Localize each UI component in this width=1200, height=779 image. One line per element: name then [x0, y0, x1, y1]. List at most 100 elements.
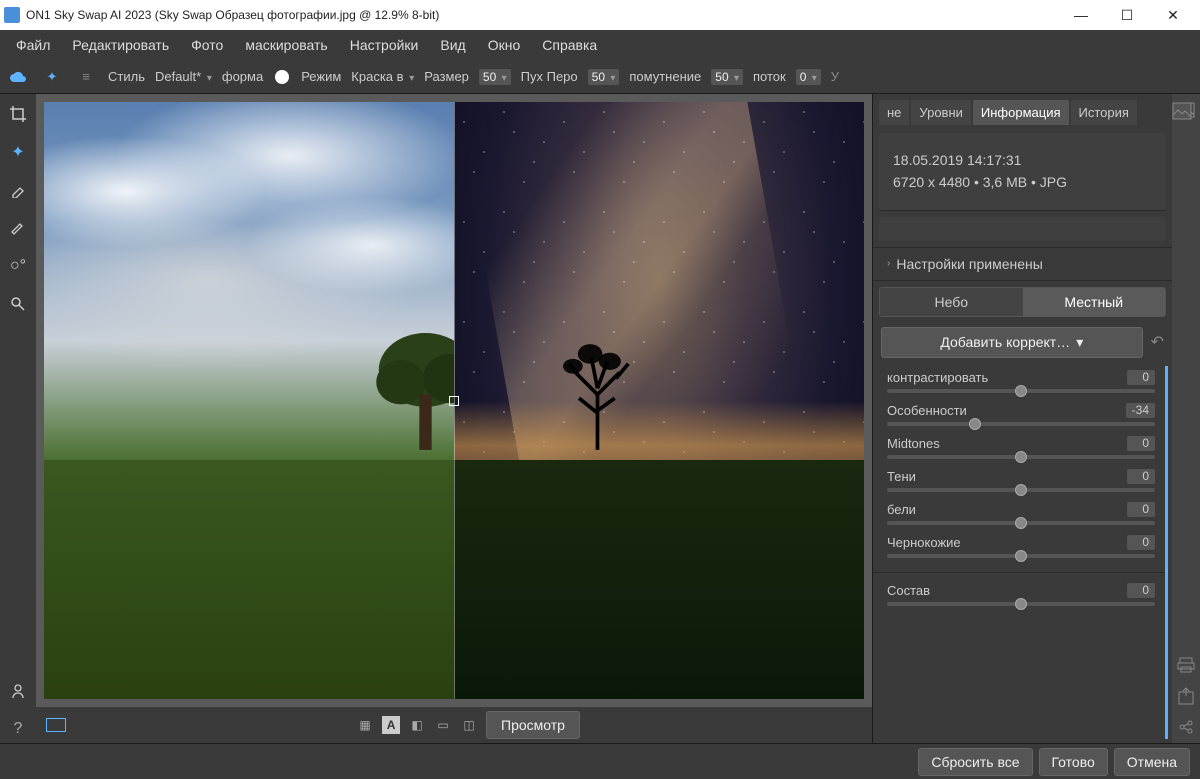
slider-thumb[interactable] [1015, 550, 1027, 562]
sliders-panel: контрастировать 0 Особенности -34 Midtones 0 Т… [873, 366, 1168, 739]
slider-label: Midtones [887, 436, 940, 451]
mode-dropdown[interactable]: Краска в ▾ [351, 69, 414, 84]
before-image [44, 102, 454, 699]
tab-nav[interactable]: не [879, 100, 909, 125]
export-icon[interactable] [1178, 687, 1194, 705]
slider-Чернокожие: Чернокожие 0 [887, 535, 1155, 558]
close-button[interactable]: ✕ [1150, 0, 1196, 30]
slider-value[interactable]: 0 [1127, 469, 1155, 484]
canvas[interactable] [44, 102, 864, 699]
slider-thumb[interactable] [1015, 451, 1027, 463]
menu-mask[interactable]: маскировать [235, 33, 337, 57]
tab-info[interactable]: Информация [973, 100, 1069, 125]
opacity-input[interactable]: 50 ▾ [711, 69, 743, 85]
slider-value[interactable]: 0 [1127, 436, 1155, 451]
slider-value[interactable]: 0 [1127, 535, 1155, 550]
feather-input[interactable]: 50 ▾ [588, 69, 620, 85]
panel-toggle-icon[interactable] [1172, 102, 1192, 120]
maximize-button[interactable]: ☐ [1104, 0, 1150, 30]
slider-label: Состав [887, 583, 930, 598]
menu-file[interactable]: Файл [6, 33, 60, 57]
menu-window[interactable]: Окно [478, 33, 531, 57]
slider-thumb[interactable] [1015, 385, 1027, 397]
slider-track[interactable] [887, 488, 1155, 492]
menu-edit[interactable]: Редактировать [62, 33, 179, 57]
shape-label: форма [222, 69, 263, 84]
chevron-down-icon: ▾ [1076, 334, 1083, 351]
menu-settings[interactable]: Настройки [340, 33, 429, 57]
size-input[interactable]: 50 ▾ [479, 69, 511, 85]
slider-value[interactable]: -34 [1126, 403, 1155, 418]
panel-tabs: не Уровни Информация История [873, 94, 1172, 125]
undo-icon[interactable]: ↶ [1151, 332, 1164, 352]
slider-thumb[interactable] [1015, 598, 1027, 610]
slider-label: Тени [887, 469, 916, 484]
compare-b-icon[interactable]: ◧ [408, 716, 426, 734]
slider-label: Чернокожие [887, 535, 961, 550]
slider-thumb[interactable] [1015, 484, 1027, 496]
tool-refine[interactable] [4, 176, 32, 204]
cancel-button[interactable]: Отмена [1114, 748, 1190, 776]
flow-label: поток [753, 69, 786, 84]
slider-track[interactable] [887, 554, 1155, 558]
compare-a-icon[interactable]: A [382, 716, 400, 734]
slider-thumb[interactable] [1015, 517, 1027, 529]
menu-help[interactable]: Справка [532, 33, 607, 57]
tab-history[interactable]: История [1071, 100, 1137, 125]
window-title: ON1 Sky Swap AI 2023 (Sky Swap Образец ф… [26, 8, 1058, 22]
tool-help[interactable]: ? [4, 715, 32, 743]
print-icon[interactable] [1177, 657, 1195, 673]
slider-value[interactable]: 0 [1127, 502, 1155, 517]
share-icon[interactable] [1178, 719, 1194, 735]
align-icon[interactable]: ≡ [74, 65, 98, 89]
tab-levels[interactable]: Уровни [911, 100, 970, 125]
section-applied[interactable]: › Настройки применены [873, 247, 1172, 281]
tool-person[interactable] [4, 677, 32, 705]
chevron-down-icon: ▾ [409, 73, 414, 84]
split-handle[interactable] [449, 396, 459, 406]
tool-brush[interactable]: ✦ [4, 138, 32, 166]
tool-chisel[interactable] [4, 214, 32, 242]
slider-label: контрастировать [887, 370, 988, 385]
tool-zoom[interactable] [4, 290, 32, 318]
flow-input[interactable]: 0 ▾ [796, 69, 821, 85]
slider-value[interactable]: 0 [1127, 583, 1155, 598]
more-indicator: У [831, 69, 839, 84]
mode-sky[interactable]: Небо [880, 288, 1023, 316]
cloud-icon[interactable] [6, 65, 30, 89]
slider-thumb[interactable] [969, 418, 981, 430]
slider-track[interactable] [887, 602, 1155, 606]
slider-Состав: Состав 0 [887, 583, 1155, 606]
reset-button[interactable]: Сбросить все [918, 748, 1032, 776]
info-date: 18.05.2019 14:17:31 [893, 149, 1152, 171]
tool-blur[interactable]: ○° [4, 252, 32, 280]
mode-local[interactable]: Местный [1023, 288, 1166, 316]
preview-button[interactable]: Просмотр [486, 711, 580, 739]
slider-divider [873, 572, 1165, 573]
slider-track[interactable] [887, 455, 1155, 459]
menu-view[interactable]: Вид [430, 33, 475, 57]
info-extra [879, 217, 1166, 241]
chevron-down-icon: ▾ [207, 73, 212, 84]
wand-icon[interactable]: ✦ [40, 65, 64, 89]
done-button[interactable]: Готово [1039, 748, 1108, 776]
minimize-button[interactable]: — [1058, 0, 1104, 30]
mode-toggle: Небо Местный [879, 287, 1166, 317]
style-dropdown[interactable]: Default* ▾ [155, 69, 212, 84]
canvas-toolbar: ▦ A ◧ ▭ ◫ Просмотр [36, 707, 872, 743]
add-correction-dropdown[interactable]: Добавить коррект… ▾ [881, 327, 1143, 358]
shape-swatch[interactable] [275, 70, 289, 84]
color-swatch[interactable] [46, 718, 66, 732]
menu-photo[interactable]: Фото [181, 33, 233, 57]
grid-icon[interactable]: ▦ [356, 716, 374, 734]
slider-track[interactable] [887, 422, 1155, 426]
slider-value[interactable]: 0 [1127, 370, 1155, 385]
canvas-area: ▦ A ◧ ▭ ◫ Просмотр [36, 94, 872, 743]
slider-track[interactable] [887, 521, 1155, 525]
compare-d-icon[interactable]: ◫ [460, 716, 478, 734]
slider-track[interactable] [887, 389, 1155, 393]
slider-label: Особенности [887, 403, 967, 418]
compare-c-icon[interactable]: ▭ [434, 716, 452, 734]
info-box: 18.05.2019 14:17:31 6720 x 4480 • 3,6 MB… [879, 133, 1166, 211]
tool-crop[interactable] [4, 100, 32, 128]
